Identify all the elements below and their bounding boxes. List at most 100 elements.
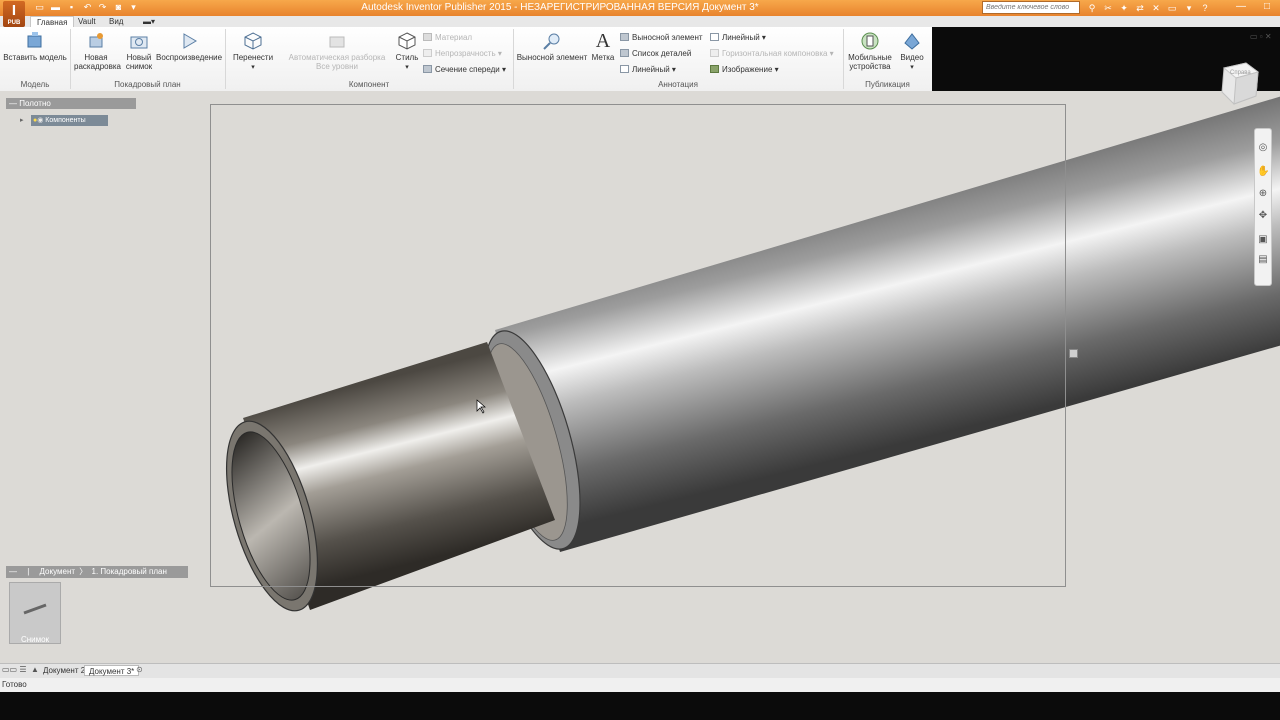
new-snapshot-label-2: снимок [125,62,153,71]
tree-item-components[interactable]: ●◉ Компоненты [31,115,108,126]
insert-model-button[interactable]: Вставить модель [3,31,67,62]
panel-label-storyboard: Покадровый план [114,80,181,89]
new-snapshot-button[interactable]: Новый снимок [120,31,158,71]
view-icon[interactable]: ▤ [1257,254,1269,266]
callout-label: Выносной элемент [516,53,588,62]
close-x-app-icon[interactable]: ✕ [1150,2,1162,14]
linear-label-1: Линейный [632,65,670,74]
playback-label: Воспроизведение [156,53,223,62]
linear-dimension-icon [710,33,719,41]
look-at-icon[interactable]: ▣ [1257,234,1269,246]
zoom-icon[interactable]: ⊕ [1257,188,1269,200]
minimize-button[interactable]: — [1230,0,1252,14]
doc-tab-3[interactable]: Документ 3* [84,665,140,676]
new-storyboard-label-2: раскадровка [74,62,121,71]
help-icon[interactable]: ? [1199,2,1211,14]
video-label: Видео [900,53,924,62]
menu-tab-bar [0,16,1280,27]
app-logo-sub: PUB [7,20,21,26]
collapse-storyboard-icon[interactable]: — [6,567,17,576]
redo-icon[interactable]: ↷ [97,2,108,13]
material-button[interactable]: Материал [423,33,472,43]
tree-expand-icon[interactable]: ▸ [20,116,24,124]
star-icon[interactable]: ✦ [1118,2,1130,14]
tree-item-label: Компоненты [45,117,86,124]
tag-label: Метка [591,53,615,62]
undo-icon[interactable]: ↶ [82,2,93,13]
breadcrumb-storyboard[interactable]: 1. Покадровый план [92,567,167,576]
front-section-button[interactable]: Сечение спереди ▾ [423,65,506,75]
linear-icon [620,65,629,73]
home-breadcrumb-icon[interactable]: | [19,567,37,576]
opacity-button[interactable]: Непрозрачность ▾ [423,49,502,59]
new-file-icon[interactable]: ▭ [34,2,45,13]
open-folder-icon[interactable]: ▬ [50,2,61,13]
camera-icon [130,36,148,49]
horizontal-layout-button[interactable]: Горизонтальная компоновка ▾ [710,49,834,59]
help-dropdown-icon[interactable]: ▾ [1183,2,1195,14]
tag-button[interactable]: A Метка [590,31,616,62]
horizontal-layout-label: Горизонтальная компоновка [722,49,828,58]
video-icon [904,33,920,50]
tab-menu-icon[interactable]: ▲ [31,665,39,674]
tile-windows-icon[interactable]: ▭▭ ☰ [2,665,27,674]
document-tab-bar [0,663,1280,678]
panel-label-model: Модель [20,80,50,89]
orbit-icon[interactable]: ✥ [1257,210,1269,222]
ribbon-options-icon[interactable]: ▬▾ [143,17,157,26]
move-dropdown-icon: ▾ [251,64,255,71]
exchange-icon[interactable]: ⇄ [1134,2,1146,14]
sign-in-icon[interactable]: ▭ [1166,2,1178,14]
close-tab-icon[interactable]: ⊙ [136,665,143,674]
parts-list-icon [620,49,629,57]
linear-button-2[interactable]: Линейный ▾ [710,33,766,43]
app-logo-letter: I [11,2,17,19]
tools-icon[interactable]: ✂ [1102,2,1114,14]
app-logo[interactable]: I PUB [3,1,25,27]
new-storyboard-button[interactable]: Новая раскадровка [74,31,121,71]
viewport-window-controls[interactable]: ▭ ▫ ✕ [1250,32,1278,41]
auto-explode-label-1: Автоматическая разборка [288,53,386,62]
search-input[interactable] [982,1,1080,14]
play-icon [183,33,197,49]
tab-vault[interactable]: Vault [72,16,102,27]
panel-label-component: Компонент [348,80,390,89]
callout-button[interactable]: Выносной элемент [514,31,590,62]
callout-magnifier-icon [543,33,560,50]
steering-wheel-icon[interactable]: ◎ [1257,142,1269,154]
style-button[interactable]: Стиль ▾ [394,31,420,72]
collapse-icon[interactable]: — [6,99,17,108]
tab-home[interactable]: Главная [30,16,75,27]
view-cube[interactable]: Справа [1216,60,1262,108]
tab-view[interactable]: Вид [103,16,129,27]
maximize-button[interactable]: □ [1256,0,1278,14]
style-cube-icon [398,32,416,50]
image-label: Изображение [722,65,773,74]
components-icon: ◉ [37,117,44,124]
panel-label-annotation: Аннотация [658,80,698,89]
move-button[interactable]: Перенести ▾ [229,31,277,72]
image-button[interactable]: Изображение ▾ [710,65,779,75]
frame-resize-handle[interactable] [1069,349,1078,358]
user-icon[interactable]: ◙ [113,2,124,13]
binoculars-icon[interactable]: ⚲ [1086,2,1098,14]
pipe-thumbnail-icon [23,603,47,615]
callout-small-button[interactable]: Выносной элемент [620,33,703,43]
auto-explode-button[interactable]: Автоматическая разборка Все уровни [284,31,390,71]
status-text: Готово [2,680,27,689]
linear-button-1[interactable]: Линейный ▾ [620,65,676,75]
new-snapshot-label-1: Новый [126,53,152,62]
breadcrumb-document[interactable]: Документ [40,567,76,576]
save-icon[interactable]: ▪ [66,2,77,13]
playback-button[interactable]: Воспроизведение [156,31,222,62]
linear-label-2: Линейный [722,33,760,42]
parts-list-button[interactable]: Список деталей [620,49,691,59]
mobile-devices-button[interactable]: Мобильные устройства [845,31,895,71]
horizontal-layout-icon [710,49,719,57]
video-button[interactable]: Видео ▾ [897,31,927,72]
snapshot-frame [210,104,1066,587]
new-storyboard-icon [89,33,103,48]
style-dropdown-icon: ▾ [405,64,409,71]
pan-hand-icon[interactable]: ✋ [1257,166,1269,178]
quick-access-dropdown-icon[interactable]: ▾ [128,2,139,13]
